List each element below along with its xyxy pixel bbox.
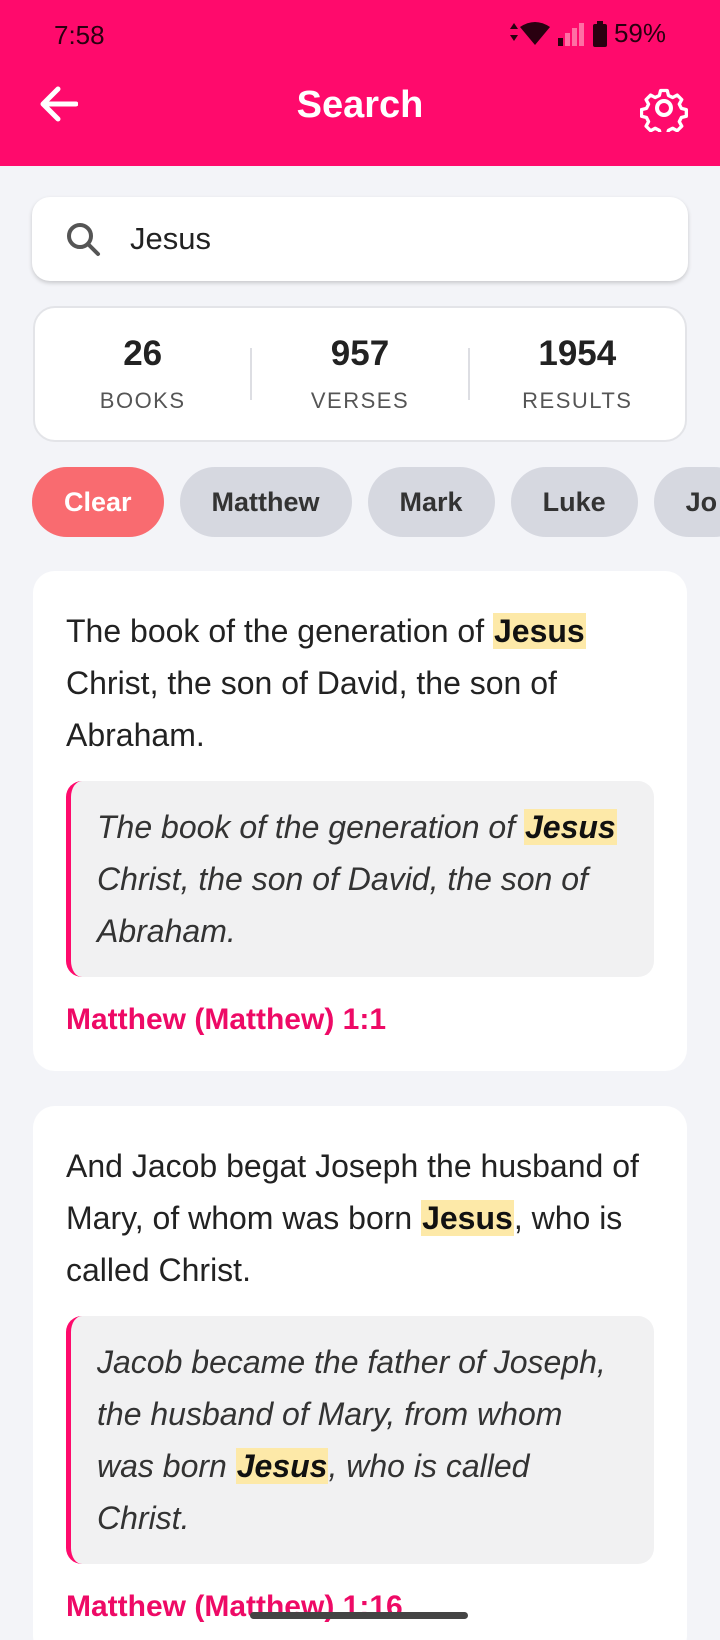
settings-button[interactable] [638,82,690,134]
verse-text: The book of the generation of Jesus Chri… [66,605,654,761]
alt-translation-quote: Jacob became the father of Joseph, the h… [66,1316,654,1564]
chip-luke[interactable]: Luke [510,467,638,537]
verse-text-pre: The book of the generation of [66,613,493,649]
stat-label: RESULTS [522,388,633,413]
search-highlight: Jesus [492,613,586,649]
search-highlight: Jesus [421,1200,514,1236]
chip-john[interactable]: Jo [653,467,720,537]
stat-label: BOOKS [99,388,186,413]
stat-number: 26 [123,334,163,373]
alt-translation-quote: The book of the generation of Jesus Chri… [66,781,654,977]
signal-icon [557,22,584,46]
app-bar: 7:58 59% Search [0,0,720,166]
alt-text-post: Christ, the son of David, the son of Abr… [97,861,588,949]
result-card[interactable]: And Jacob begat Joseph the husband of Ma… [33,1106,687,1640]
battery-icon [592,20,607,47]
stat-label: VERSES [310,388,410,413]
verse-reference[interactable]: Matthew (Matthew) 1:1 [66,1003,654,1037]
stat-verses: 957 VERSES [252,334,467,414]
result-card[interactable]: The book of the generation of Jesus Chri… [33,571,687,1071]
clear-chip[interactable]: Clear [32,467,164,537]
stat-results: 1954 RESULTS [470,334,685,414]
book-filter-chips: Clear Matthew Mark Luke Jo [32,467,720,537]
stat-number: 1954 [538,334,617,373]
search-input[interactable] [130,221,650,257]
status-icons: 59% [506,18,666,49]
home-indicator[interactable] [250,1612,468,1619]
stat-number: 957 [330,334,390,373]
gear-icon [640,88,688,132]
search-icon [64,220,102,258]
battery-percent: 59% [613,18,666,48]
search-highlight: Jesus [523,809,617,845]
alt-text-pre: The book of the generation of [97,809,524,845]
wifi-icon [509,21,550,45]
chip-mark[interactable]: Mark [367,467,495,537]
stat-books: 26 BOOKS [35,334,250,414]
verse-text-post: Christ, the son of David, the son of Abr… [66,665,557,753]
chip-matthew[interactable]: Matthew [179,467,352,537]
stats-panel: 26 BOOKS 957 VERSES 1954 RESULTS [33,306,687,442]
verse-text: And Jacob begat Joseph the husband of Ma… [66,1140,654,1296]
search-box[interactable] [32,197,688,281]
search-highlight: Jesus [235,1448,329,1484]
status-time: 7:58 [54,20,105,50]
page-title: Search [296,84,424,126]
